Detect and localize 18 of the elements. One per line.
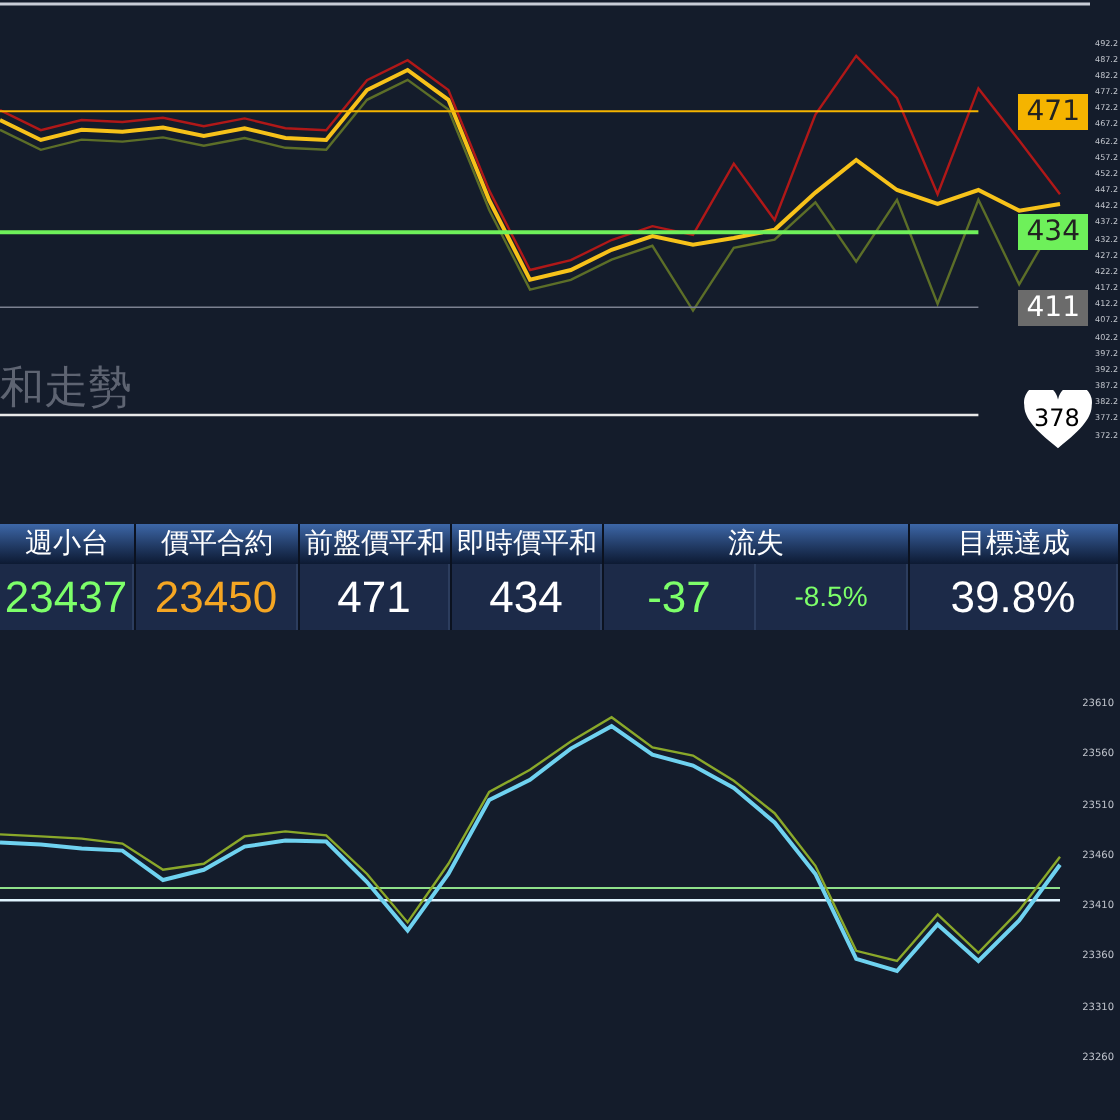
value-cell: -37 xyxy=(604,564,756,630)
column-header: 前盤價平和 xyxy=(300,524,450,564)
value-cell: 39.8% xyxy=(910,564,1118,630)
column-header: 流失 xyxy=(604,524,908,564)
level-value: 378 xyxy=(1034,403,1080,432)
value-cell: -8.5% xyxy=(756,564,908,630)
level-tag: 471 xyxy=(1018,93,1088,130)
column-header: 目標達成 xyxy=(910,524,1118,564)
value-cell: 23437 xyxy=(0,564,134,630)
chart-title: 和走勢 xyxy=(0,362,132,418)
value-cell: 471 xyxy=(300,564,450,630)
column-header: 價平合約 xyxy=(136,524,298,564)
level-tag: 434 xyxy=(1018,214,1088,251)
column-header: 週小台 xyxy=(0,524,134,564)
value-cell: 23450 xyxy=(136,564,298,630)
level-tag: 411 xyxy=(1018,289,1088,326)
column-header: 即時價平和 xyxy=(452,524,602,564)
value-cell: 434 xyxy=(452,564,602,630)
